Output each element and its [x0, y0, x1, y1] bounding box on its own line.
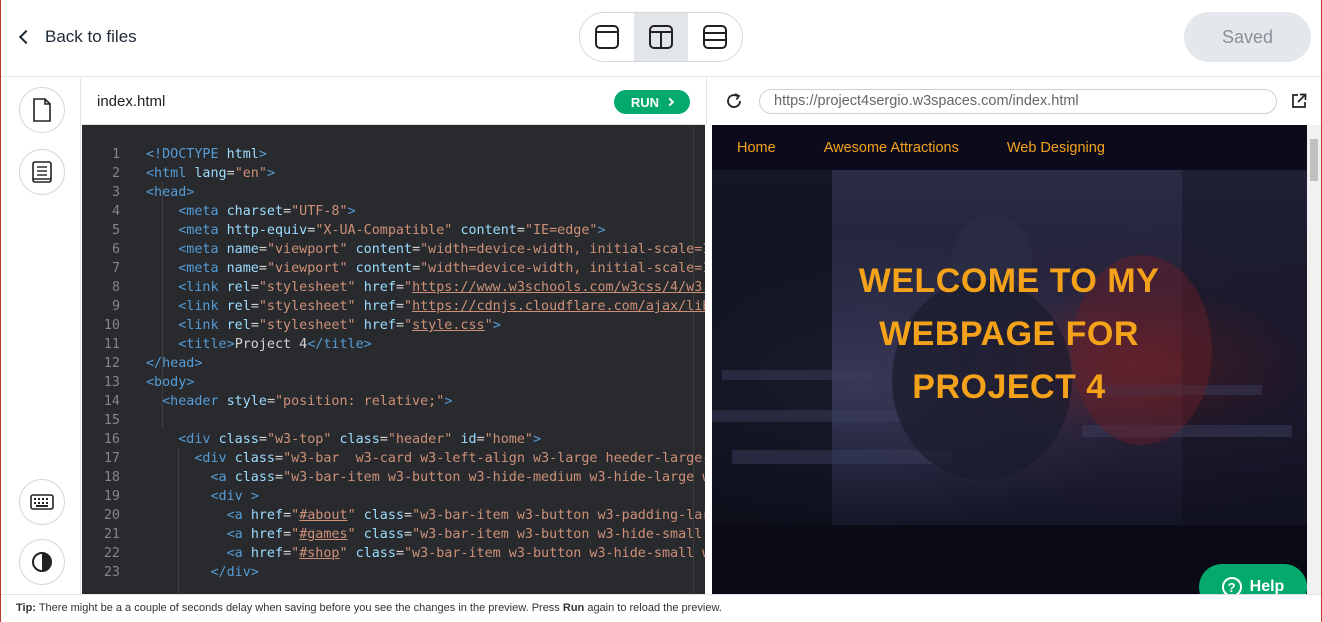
layout-single-button[interactable]: [580, 13, 634, 61]
code-line: 21 <a href="#games" class="w3-bar-item w…: [103, 527, 705, 542]
preview-nav: Home Awesome Attractions Web Designing: [712, 125, 1307, 170]
hero-line: WELCOME TO MY: [858, 262, 1160, 300]
keyboard-icon: [30, 494, 54, 510]
code-line: 10 <link rel="stylesheet" href="style.cs…: [103, 318, 501, 333]
run-button[interactable]: RUN: [614, 90, 690, 114]
preview-scrollbar-thumb[interactable]: [1310, 139, 1318, 181]
code-line: 23 </div>: [103, 565, 259, 580]
file-button[interactable]: [19, 87, 65, 133]
book-icon: [32, 161, 52, 183]
code-line: 17 <div class="w3-bar w3-card w3-left-al…: [103, 451, 705, 466]
preview-scrollbar[interactable]: [1307, 125, 1321, 594]
back-label: Back to files: [45, 27, 137, 46]
code-line: 14 <header style="position: relative;">: [103, 394, 453, 409]
tip-label: Tip:: [16, 602, 36, 614]
code-editor[interactable]: 1 <!DOCTYPE html> 2 <html lang="en"> 3 <hea…: [82, 125, 705, 594]
code-line: 11 <title>Project 4</title>: [103, 337, 372, 352]
open-external-icon[interactable]: [1291, 93, 1307, 109]
code-line: 1 <!DOCTYPE html>: [111, 147, 267, 162]
preview-hero-image: WELCOME TO MY WEBPAGE FOR PROJECT 4: [712, 170, 1307, 525]
code-line: 4 <meta charset="UTF-8">: [111, 204, 356, 219]
code-line: 6 <meta name="viewport" content="width=d…: [111, 242, 705, 257]
preview-nav-web-designing[interactable]: Web Designing: [1007, 140, 1105, 156]
saved-button[interactable]: Saved: [1184, 12, 1311, 62]
code-line: 16 <div class="w3-top" class="header" id…: [103, 432, 542, 447]
refresh-icon[interactable]: [725, 92, 743, 110]
code-line: 5 <meta http-equiv="X-UA-Compatible" con…: [111, 223, 606, 238]
theme-toggle-button[interactable]: [19, 539, 65, 585]
code-line: 7 <meta name="viewport" content="width=d…: [111, 261, 705, 276]
layout-split-vertical-button[interactable]: [634, 13, 688, 61]
code-editor-app: Back to files Saved index.html RUN 1 <!D…: [0, 0, 1322, 622]
tip-run-word: Run: [562, 602, 585, 614]
editor-header: index.html RUN: [82, 78, 705, 125]
layout-split-vertical-icon: [649, 25, 673, 49]
tip-text: There might be a a couple of seconds del…: [35, 602, 563, 614]
hero-line: WEBPAGE FOR: [879, 315, 1139, 353]
top-bar: Back to files Saved: [1, 0, 1321, 77]
code-line: 22 <a href="#shop" class="w3-bar-item w3…: [103, 546, 705, 561]
keyboard-button[interactable]: [19, 479, 65, 525]
preview-url-field[interactable]: https://project4sergio.w3spaces.com/inde…: [759, 89, 1277, 114]
tutorial-button[interactable]: [19, 149, 65, 195]
preview-frame[interactable]: Home Awesome Attractions Web Designing W…: [712, 125, 1307, 594]
tip-text-end: again to reload the preview.: [584, 602, 722, 614]
tip-bar: Tip: There might be a a couple of second…: [1, 594, 1321, 622]
left-rail: [1, 78, 81, 594]
run-label: RUN: [630, 94, 660, 110]
layout-toggle: [579, 12, 743, 62]
code-line: 18 <a class="w3-bar-item w3-button w3-hi…: [103, 470, 705, 485]
preview-header: https://project4sergio.w3spaces.com/inde…: [706, 78, 1321, 125]
chevron-right-icon: [665, 97, 675, 107]
hero-line: PROJECT 4: [912, 368, 1106, 406]
code-line: 9 <link rel="stylesheet" href="https://c…: [111, 299, 705, 314]
preview-nav-home[interactable]: Home: [737, 140, 776, 156]
layout-split-horizontal-icon: [703, 25, 727, 49]
back-to-files-link[interactable]: Back to files: [17, 24, 137, 50]
code-line: 8 <link rel="stylesheet" href="https://w…: [111, 280, 705, 295]
code-line: 15: [103, 413, 120, 428]
code-line: 3 <head>: [111, 185, 195, 200]
layout-split-horizontal-button[interactable]: [688, 13, 742, 61]
layout-single-icon: [595, 25, 619, 49]
code-line: 20 <a href="#about" class="w3-bar-item w…: [103, 508, 705, 523]
chevron-left-icon: [18, 29, 34, 45]
code-line: 12 </head>: [103, 356, 203, 371]
contrast-icon: [32, 552, 52, 572]
code-line: 13 <body>: [103, 375, 195, 390]
filename-label: index.html: [97, 93, 166, 110]
file-icon: [33, 98, 51, 122]
code-line: 2 <html lang="en">: [111, 166, 275, 181]
preview-nav-attractions[interactable]: Awesome Attractions: [824, 140, 959, 156]
hero-title: WELCOME TO MY WEBPAGE FOR PROJECT 4: [809, 255, 1209, 414]
code-line: 19 <div >: [103, 489, 259, 504]
